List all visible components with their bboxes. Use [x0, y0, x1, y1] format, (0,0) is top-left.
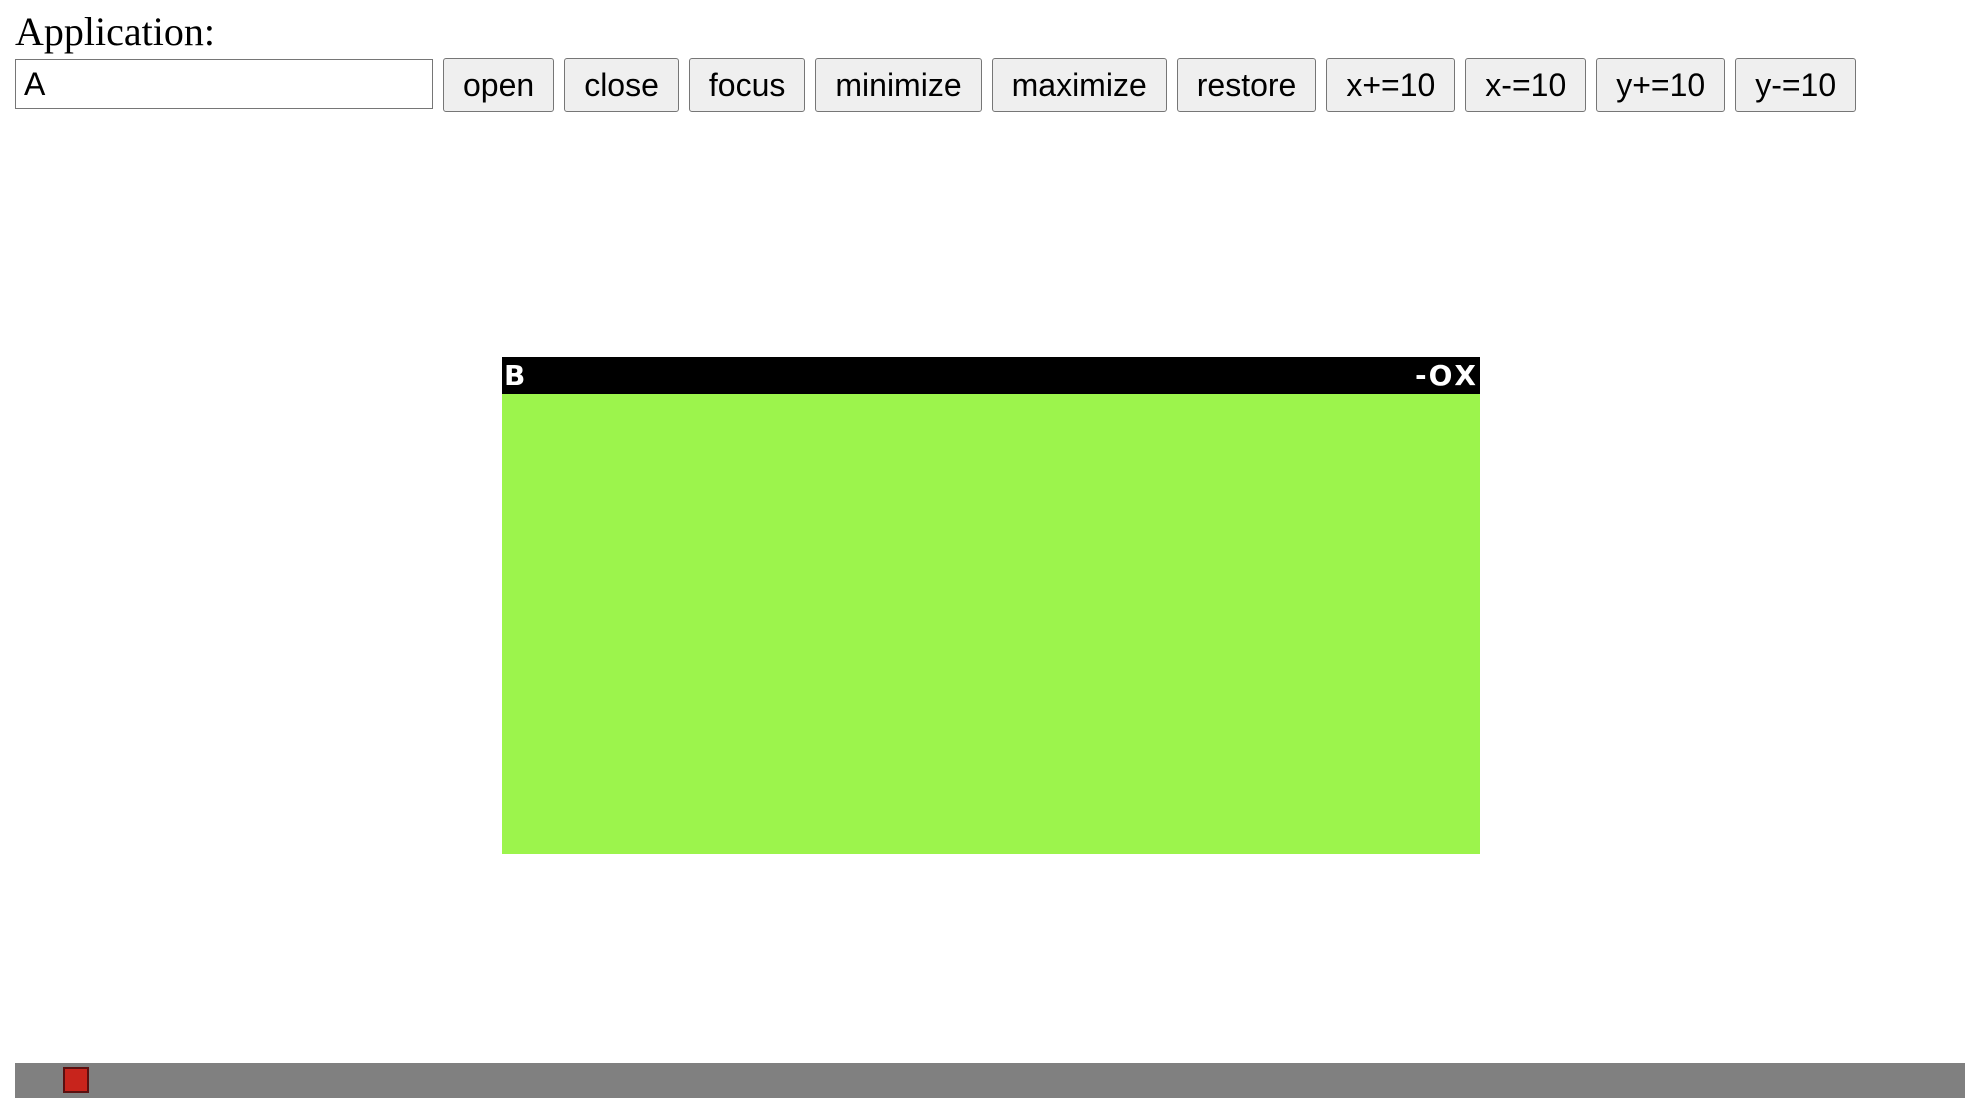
focus-button[interactable]: focus — [688, 58, 806, 112]
window-minimize-control[interactable]: - — [1415, 357, 1427, 394]
taskbar-item-app[interactable] — [63, 1067, 89, 1093]
app-window-b[interactable]: B - O X — [502, 357, 1480, 854]
close-button[interactable]: close — [564, 58, 679, 112]
window-title-controls: - O X — [1415, 357, 1476, 394]
open-button[interactable]: open — [443, 58, 555, 112]
window-title: B — [504, 359, 526, 392]
y-increase-button[interactable]: y+=10 — [1596, 58, 1726, 112]
y-decrease-button[interactable]: y-=10 — [1735, 58, 1857, 112]
restore-button[interactable]: restore — [1176, 58, 1317, 112]
x-decrease-button[interactable]: x-=10 — [1465, 58, 1587, 112]
controls-toolbar: open close focus minimize maximize resto… — [15, 58, 1857, 112]
application-label: Application: — [15, 9, 215, 54]
maximize-button[interactable]: maximize — [991, 58, 1167, 112]
minimize-button[interactable]: minimize — [815, 58, 982, 112]
window-maximize-control[interactable]: O — [1429, 357, 1453, 394]
window-content[interactable] — [502, 394, 1480, 854]
window-close-control[interactable]: X — [1454, 357, 1476, 394]
application-input[interactable] — [15, 59, 433, 109]
desktop: Application: open close focus minimize m… — [0, 0, 1971, 1105]
x-increase-button[interactable]: x+=10 — [1326, 58, 1456, 112]
window-titlebar[interactable]: B - O X — [502, 357, 1480, 394]
taskbar — [15, 1063, 1965, 1098]
